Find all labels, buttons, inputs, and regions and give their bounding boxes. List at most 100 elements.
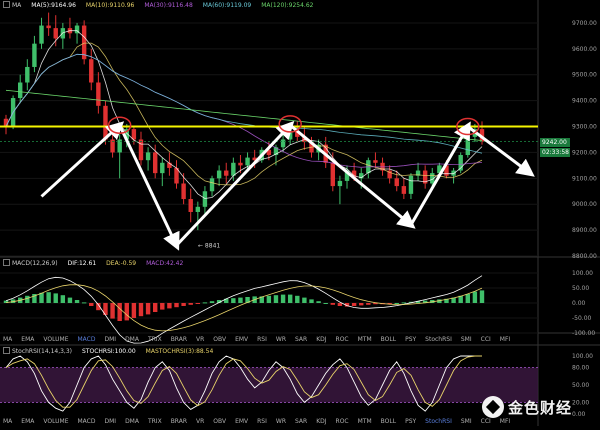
indicator-tab[interactable]: CCI — [481, 336, 491, 343]
candle-body — [152, 152, 158, 174]
indicator-tab[interactable]: MFI — [500, 418, 510, 425]
candle-body — [145, 152, 151, 161]
indicator-tab[interactable]: MFI — [500, 336, 510, 343]
macd-histogram-bar — [124, 303, 129, 321]
indicator-tab[interactable]: OBV — [213, 336, 226, 343]
macd-histogram-bar — [337, 303, 343, 306]
indicator-tab[interactable]: VR — [196, 336, 204, 343]
indicator-tab[interactable]: EMV — [235, 336, 248, 343]
macd-axis-tick-label: -100.00 — [572, 330, 595, 337]
candle-body — [394, 178, 399, 187]
stochrsi-title[interactable]: StochRSI(14,14,3,3) — [3, 347, 72, 355]
indicator-tab[interactable]: SAR — [295, 418, 307, 425]
candle-body — [224, 170, 229, 176]
price-axis-tick-label: 9700.00 — [572, 20, 597, 27]
candle-body — [160, 162, 165, 174]
candle-body — [287, 131, 293, 140]
macd-histogram-bar — [316, 301, 321, 303]
indicator-tab[interactable]: MTM — [358, 418, 372, 425]
indicator-tab[interactable]: VOLUME — [43, 418, 68, 425]
macd-histogram-bar — [330, 303, 336, 305]
macd-axis-tick-label: 0.00 — [572, 300, 586, 307]
ma-legend: MA MA(5):9164.96 MA(10):9110.96 MA(30):9… — [0, 0, 313, 10]
indicator-tab[interactable]: MACD — [77, 336, 95, 343]
candle-body — [96, 82, 101, 106]
indicator-tab[interactable]: BOLL — [381, 336, 396, 343]
indicator-tab[interactable]: DMA — [125, 418, 139, 425]
indicator-tab[interactable]: BRAR — [171, 418, 187, 425]
macd-histogram-bar — [302, 297, 307, 303]
indicator-tab[interactable]: PSY — [405, 418, 416, 425]
candle-body — [181, 183, 186, 200]
indicator-tab[interactable]: TRIX — [148, 336, 162, 343]
macd-histogram-bar — [188, 303, 193, 305]
indicator-tab[interactable]: ROC — [336, 336, 349, 343]
macd-histogram-bar — [181, 303, 186, 306]
candle-body — [209, 178, 215, 192]
candle-body — [238, 162, 243, 166]
ma-legend-label[interactable]: MA — [3, 1, 21, 9]
indicator-tab[interactable]: MA — [3, 336, 12, 343]
chart-canvas: 9700.00 9600.00 9500.00 9400.00 9300.00 9200.… — [0, 0, 600, 426]
indicator-tab[interactable]: StochRSI — [425, 418, 452, 425]
price-axis-tick-label: 9400.00 — [572, 98, 597, 105]
macd-histogram-bar — [81, 302, 87, 304]
candle-body — [25, 66, 30, 83]
indicator-tab[interactable]: ROC — [336, 418, 349, 425]
indicator-tab[interactable]: EMV — [235, 418, 248, 425]
indicator-tab[interactable]: DMI — [104, 418, 116, 425]
indicator-tab[interactable]: RSI — [257, 418, 267, 425]
indicator-tab[interactable]: StochRSI — [425, 336, 452, 343]
macd-histogram-bar — [145, 303, 151, 315]
indicator-tab[interactable]: OBV — [213, 418, 226, 425]
indicator-tab[interactable]: KDJ — [316, 418, 326, 425]
indicator-tab[interactable]: SMI — [461, 418, 472, 425]
macd-title[interactable]: MACD(12,26,9) — [3, 259, 58, 267]
indicator-tab[interactable]: VR — [196, 418, 204, 425]
stochrsi-axis-tick-label: 0.00 — [572, 411, 586, 418]
indicator-tab[interactable]: MACD — [77, 418, 95, 425]
candle-body — [195, 206, 201, 212]
macd-legend: MACD(12,26,9) DIF:12.61 DEA:-0.59 MACD:4… — [0, 258, 183, 268]
indicator-tab[interactable]: TRIX — [148, 418, 162, 425]
indicator-tab[interactable]: BOLL — [381, 418, 396, 425]
stochrsi-legend: StochRSI(14,14,3,3) STOCHRSI:100.00 MAST… — [0, 346, 213, 356]
macd-histogram-bar — [280, 294, 286, 303]
indicator-tab[interactable]: DMA — [125, 336, 139, 343]
ma60-label: MA(60):9119.09 — [202, 1, 252, 9]
indicator-tab[interactable]: WR — [276, 418, 286, 425]
watermark-logo-icon — [482, 396, 504, 418]
indicator-tab[interactable]: BRAR — [171, 336, 187, 343]
macd-histogram-bar — [160, 303, 165, 310]
indicator-tab[interactable]: PSY — [405, 336, 416, 343]
macd-histogram-bar — [287, 294, 293, 303]
indicator-tab[interactable]: EMA — [21, 418, 34, 425]
macd-histogram-bar — [60, 295, 66, 303]
indicator-tab[interactable]: RSI — [257, 336, 267, 343]
indicator-tab[interactable]: DMI — [104, 336, 116, 343]
annotation-arrow — [175, 120, 295, 247]
annotation-arrow — [289, 124, 416, 229]
countdown-tag: 02:33:58 — [540, 148, 570, 157]
chart-stage: 9700.00 9600.00 9500.00 9400.00 9300.00 9200.… — [0, 0, 600, 426]
candle-body — [401, 186, 407, 194]
indicator-tabs-bottom: MA EMA VOLUME MACD DMI DMA TRIX BRAR VR OBV EMV RSI… — [0, 416, 510, 426]
macd-histogram-bar — [323, 303, 328, 304]
indicator-tab[interactable]: SMI — [461, 336, 472, 343]
macd-histogram-bar — [231, 298, 236, 303]
indicator-tab[interactable]: KDJ — [316, 336, 326, 343]
indicator-tab[interactable]: CCI — [481, 418, 491, 425]
indicator-tab[interactable]: SAR — [295, 336, 307, 343]
indicator-tab[interactable]: WR — [276, 336, 286, 343]
macd-histogram-bar — [209, 301, 215, 303]
indicator-tab[interactable]: MTM — [358, 336, 372, 343]
indicator-tab[interactable]: MA — [3, 418, 12, 425]
price-axis-tick-label: 9500.00 — [572, 72, 597, 79]
macd-histogram-bar — [202, 302, 208, 304]
candle-body — [18, 82, 23, 99]
price-axis-tick-label: 8900.00 — [572, 227, 597, 234]
macd-value-label: MACD:42.42 — [146, 259, 184, 267]
price-axis-tick-label: 9300.00 — [572, 124, 597, 131]
indicator-tab[interactable]: VOLUME — [43, 336, 68, 343]
indicator-tab[interactable]: EMA — [21, 336, 34, 343]
